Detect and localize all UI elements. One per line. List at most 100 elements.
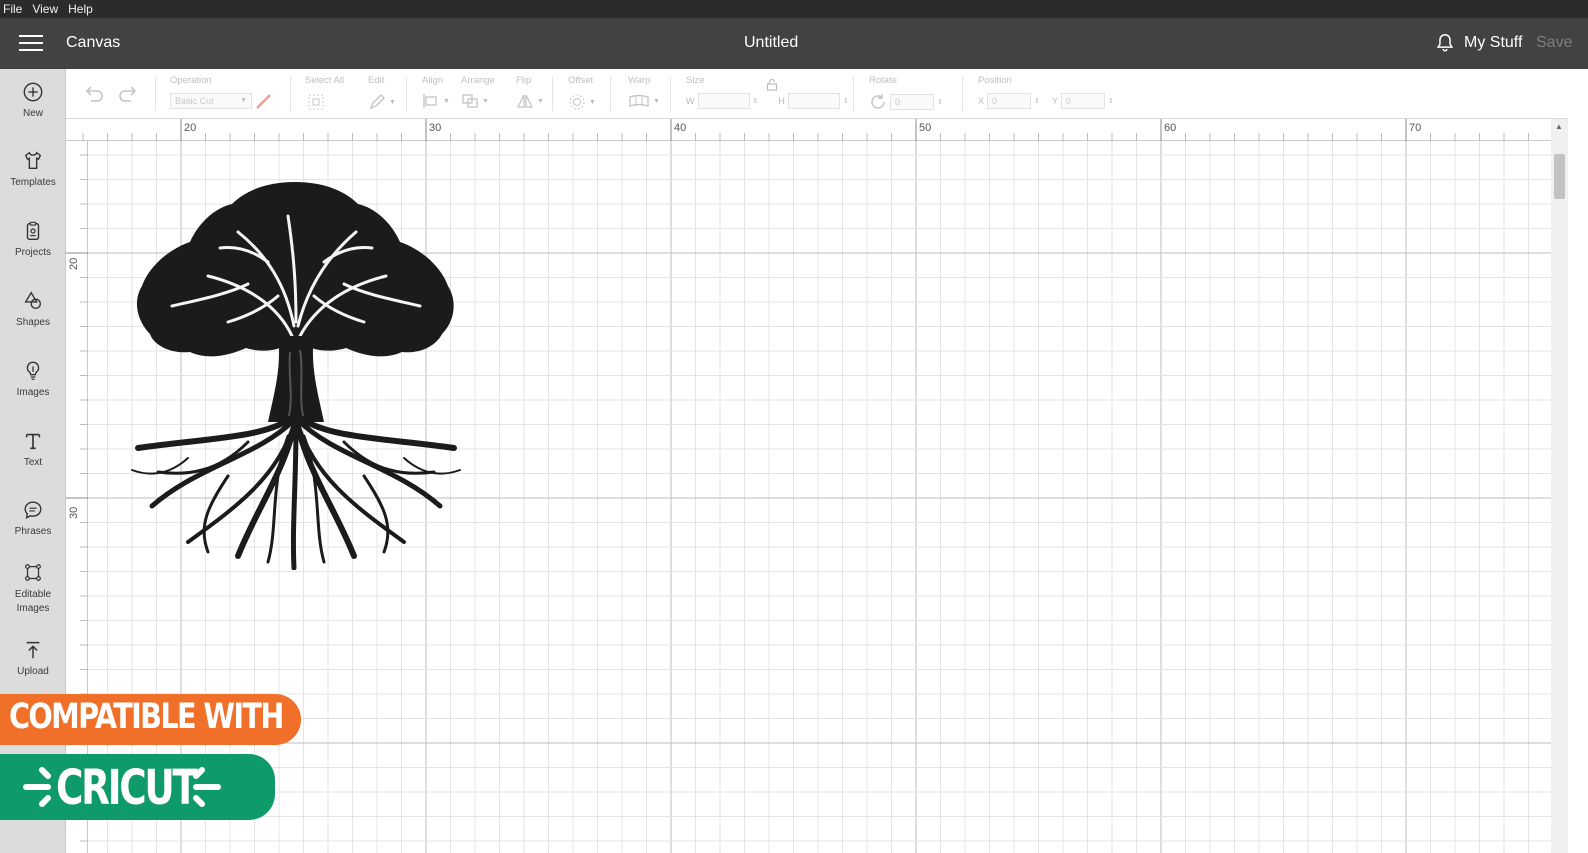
compatible-with-banner: COMPATIBLE WITH (0, 694, 301, 745)
bell-icon[interactable] (1434, 32, 1456, 54)
x-value: 0 (992, 96, 998, 106)
ruler-label: 40 (674, 122, 687, 134)
undo-icon[interactable] (82, 85, 104, 103)
menu-help[interactable]: Help (68, 2, 93, 16)
select-all-group: Select All (305, 75, 344, 111)
arrange-label: Arrange (461, 75, 495, 86)
arrange-group: Arrange ▼ (461, 75, 495, 109)
vertical-ruler: 20 30 (66, 141, 88, 853)
y-value: 0 (1065, 96, 1071, 106)
ruler-label: 20 (68, 257, 80, 270)
offset-label: Offset (568, 75, 594, 86)
y-label: Y (1051, 96, 1058, 106)
operation-value: Basic Cut (175, 96, 214, 106)
sidebar-item-label: Phrases (14, 526, 52, 537)
ruler-label: 50 (919, 122, 932, 134)
shirt-icon (24, 151, 42, 170)
sidebar-item-upload[interactable]: Upload (0, 639, 66, 679)
sidebar-item-label: Editable Images (0, 588, 66, 616)
warp-group: Warp ▼ (628, 75, 660, 109)
text-icon (25, 433, 41, 450)
edit-pencil-icon[interactable] (368, 93, 386, 111)
flip-label: Flip (516, 75, 532, 86)
redo-icon[interactable] (118, 85, 140, 103)
sidebar-item-label: New (22, 108, 43, 119)
sidebar-item-projects[interactable]: Projects (0, 220, 66, 260)
menu-view[interactable]: View (32, 2, 58, 16)
lock-icon[interactable] (766, 78, 778, 91)
my-stuff-link[interactable]: My Stuff (1464, 34, 1522, 52)
warp-icon[interactable] (628, 93, 650, 109)
sidebar-item-label: Text (23, 457, 43, 468)
arrange-icon[interactable] (461, 93, 479, 109)
sidebar-item-images[interactable]: Images (0, 360, 66, 400)
ruler-label: 20 (184, 122, 197, 134)
y-input[interactable]: 0 (1060, 93, 1105, 109)
position-group: Position X 0 ⇕ Y 0 ⇕ (978, 75, 1114, 109)
tree-of-life-image[interactable] (128, 176, 462, 570)
horizontal-ruler-ticks (82, 119, 1529, 141)
operation-select[interactable]: Basic Cut ▼ (170, 93, 252, 109)
save-button[interactable]: Save (1536, 34, 1572, 52)
sidebar-item-label: Upload (17, 666, 49, 677)
pen-color-icon[interactable] (255, 93, 273, 109)
align-label: Align (422, 75, 444, 86)
ruler-label: 70 (1409, 122, 1422, 134)
x-input[interactable]: 0 (987, 93, 1032, 109)
sidebar-item-editable-images[interactable]: Editable Images (0, 562, 66, 616)
scrollbar-thumb[interactable] (1554, 154, 1565, 199)
upload-icon (26, 641, 40, 659)
ruler-label: 60 (1164, 122, 1177, 134)
clipboard-icon (26, 221, 40, 240)
edit-group: Edit ▼ (368, 75, 396, 111)
rotate-input[interactable]: 0 (890, 94, 934, 110)
warp-label: Warp (628, 75, 651, 86)
editable-image-icon (25, 564, 41, 581)
sidebar-item-templates[interactable]: Templates (0, 150, 66, 190)
ruler-label: 30 (429, 122, 442, 134)
badge-line2: CRICUT (56, 760, 198, 816)
width-label: W (686, 96, 695, 106)
select-all-icon[interactable] (305, 93, 327, 111)
operation-label: Operation (170, 75, 212, 86)
sidebar-item-text[interactable]: Text (0, 430, 66, 470)
plus-circle-icon (23, 82, 43, 102)
sidebar-item-phrases[interactable]: Phrases (0, 499, 66, 539)
hamburger-menu-icon[interactable] (19, 35, 43, 53)
align-group: Align ▼ (422, 75, 450, 109)
vertical-scrollbar[interactable]: ▲ (1551, 119, 1568, 853)
edit-label: Edit (368, 75, 385, 86)
sidebar-item-label: Templates (10, 177, 56, 188)
rotate-icon (871, 94, 885, 109)
sidebar-item-label: Shapes (16, 317, 50, 328)
sidebar-item-label-line1: Editable (14, 589, 52, 600)
operation-group: Operation Basic Cut ▼ (170, 75, 273, 109)
sidebar-item-new[interactable]: New (0, 81, 66, 121)
spark-right-icon (193, 767, 221, 807)
sidebar-item-label: Images (16, 387, 50, 398)
sidebar-item-label-line2: Images (16, 603, 50, 614)
select-all-label: Select All (305, 75, 345, 86)
sidebar-item-shapes[interactable]: Shapes (0, 290, 66, 330)
ruler-label: 30 (68, 506, 80, 519)
position-label: Position (978, 75, 1012, 86)
menu-file[interactable]: File (3, 2, 22, 16)
badge-line1: COMPATIBLE WITH (9, 697, 284, 737)
offset-icon[interactable] (568, 93, 586, 111)
scroll-up-arrow-icon[interactable]: ▲ (1555, 122, 1563, 131)
shapes-icon (24, 291, 42, 310)
sidebar-item-label: Projects (14, 247, 52, 258)
lightbulb-icon (26, 361, 40, 380)
menubar: File View Help (0, 0, 1588, 18)
align-icon[interactable] (422, 93, 440, 109)
spark-left-icon (23, 767, 51, 807)
document-title[interactable]: Untitled (744, 34, 798, 52)
app-title: Canvas (66, 34, 121, 51)
width-input[interactable] (697, 93, 750, 109)
offset-group: Offset ▼ (568, 75, 596, 111)
height-input[interactable] (787, 93, 840, 109)
height-label: H (778, 96, 785, 106)
flip-icon[interactable] (516, 93, 534, 109)
horizontal-ruler: 20 30 40 50 60 70 (66, 119, 1551, 141)
x-label: X (978, 96, 985, 106)
